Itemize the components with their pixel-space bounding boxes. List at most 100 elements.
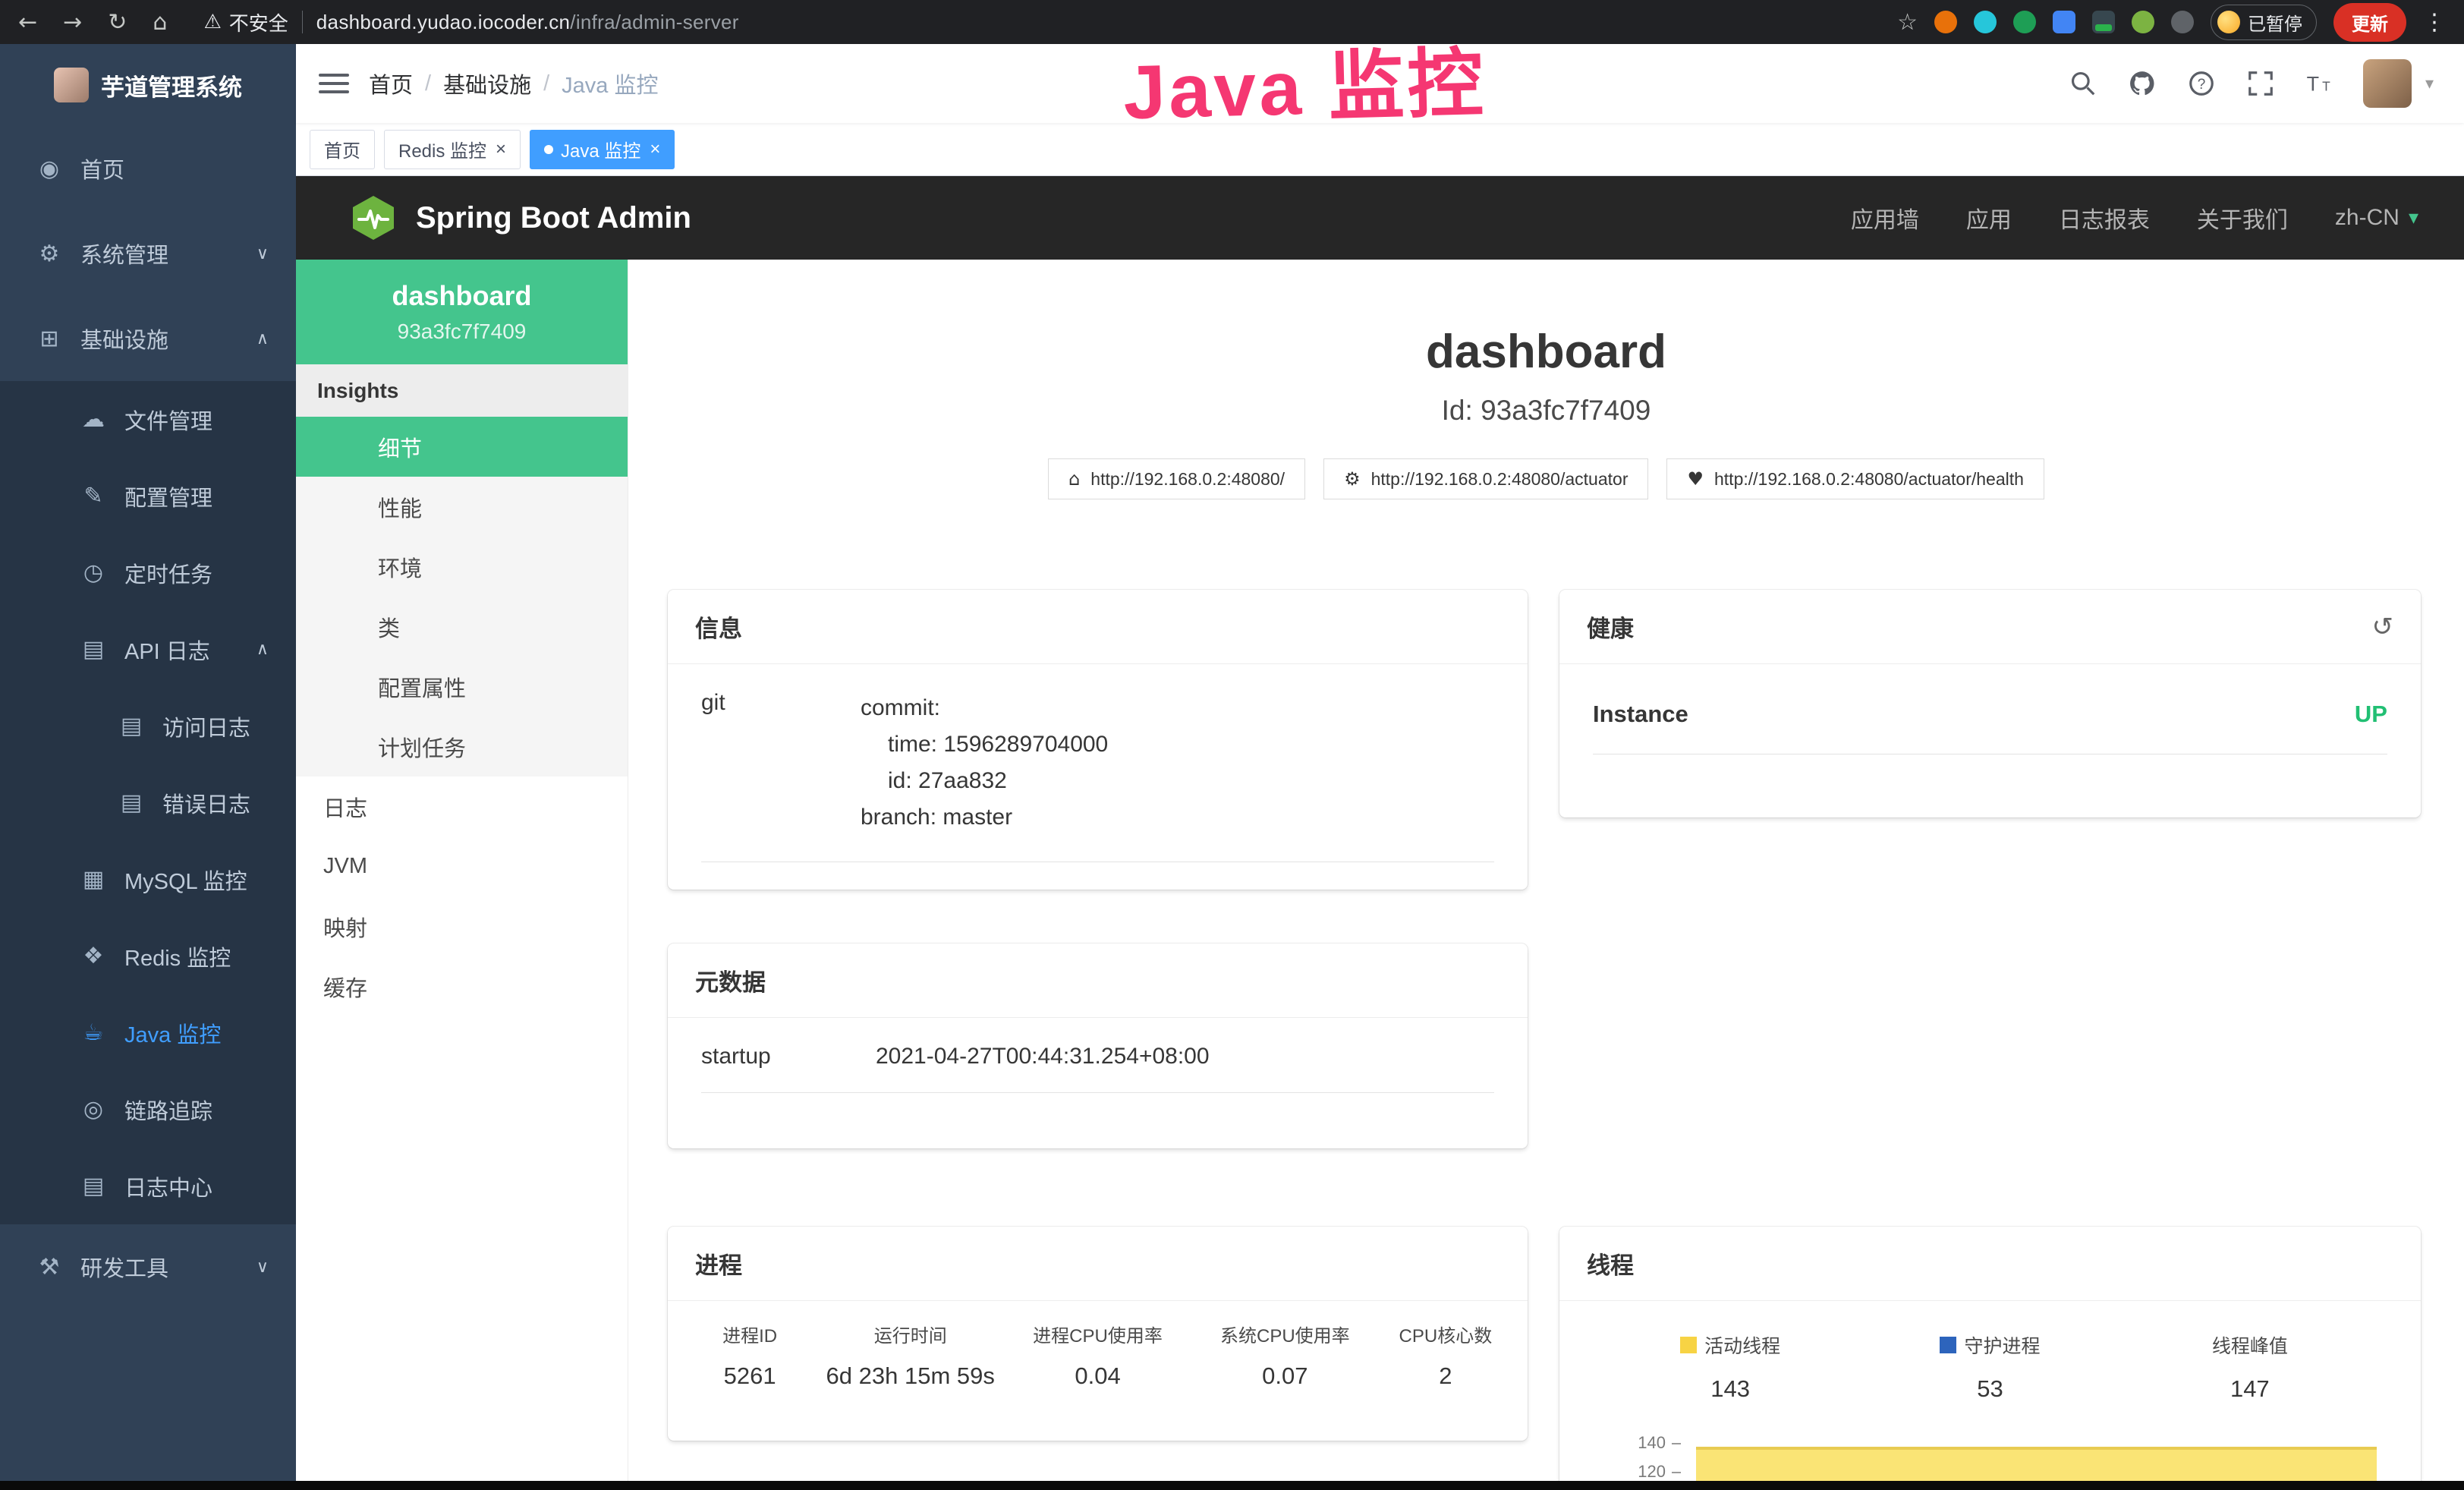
sidebar-item-redis-monitor[interactable]: ❖Redis 监控 xyxy=(0,918,296,994)
health-instance-label: Instance xyxy=(1593,701,1688,728)
sidebar-item-dev-tools[interactable]: ⚒研发工具∨ xyxy=(0,1224,296,1309)
wrench-icon: ⚙ xyxy=(1344,468,1361,490)
active-dot-icon xyxy=(544,145,553,154)
health-url-link[interactable]: ♥http://192.168.0.2:48080/actuator/healt… xyxy=(1666,458,2044,499)
breadcrumb: 首页 / 基础设施 / Java 监控 xyxy=(369,68,658,99)
health-card: 健康 ↺ Instance UP xyxy=(1559,590,2421,817)
history-icon[interactable]: ↺ xyxy=(2372,612,2394,642)
browser-forward-icon[interactable]: → xyxy=(63,9,82,36)
sba-nav-applications[interactable]: 应用 xyxy=(1966,201,2012,235)
threads-legend: 活动线程 143 守护进程 53 线程峰值 147 xyxy=(1593,1327,2387,1403)
threads-card-title: 线程 xyxy=(1559,1227,2421,1301)
tab-java-monitor[interactable]: Java 监控× xyxy=(530,130,675,169)
user-avatar[interactable] xyxy=(2363,59,2412,108)
service-url-link[interactable]: ⌂http://192.168.0.2:48080/ xyxy=(1048,458,1305,499)
font-size-icon[interactable]: TT xyxy=(2304,68,2336,99)
close-icon[interactable]: × xyxy=(496,139,506,160)
sba-side-details[interactable]: 细节 xyxy=(296,417,628,477)
sidebar-item-mysql-monitor[interactable]: ▦MySQL 监控 xyxy=(0,841,296,918)
sba-side-classes[interactable]: 类 xyxy=(296,597,628,657)
browser-toolbar-right: ☆ 已暂停 更新 ⋮ xyxy=(1897,3,2446,42)
app-logo[interactable]: 芋道管理系统 xyxy=(0,44,296,126)
security-label[interactable]: 不安全 xyxy=(229,8,288,36)
sba-nav-wallboard[interactable]: 应用墙 xyxy=(1851,201,1919,235)
browser-reload-icon[interactable]: ↻ xyxy=(108,9,127,36)
fullscreen-icon[interactable] xyxy=(2245,68,2277,99)
health-instance-row[interactable]: Instance UP xyxy=(1593,690,2387,754)
sba-side-jvm[interactable]: JVM xyxy=(296,836,628,896)
health-card-title: 健康 xyxy=(1587,610,1634,644)
sba-navbar: Spring Boot Admin 应用墙 应用 日志报表 关于我们 zh-CN… xyxy=(296,176,2464,260)
instance-name: dashboard xyxy=(392,280,531,312)
monitor-icon: ▦ xyxy=(76,866,111,893)
sba-nav-about[interactable]: 关于我们 xyxy=(2197,201,2288,235)
extension-icon[interactable] xyxy=(1974,11,1997,33)
sba-side-metrics[interactable]: 性能 xyxy=(296,477,628,537)
browser-home-icon[interactable]: ⌂ xyxy=(153,9,167,36)
sba-side-logs[interactable]: 日志 xyxy=(296,777,628,836)
app-sidebar: 芋道管理系统 ◉首页 ⚙系统管理∨ ⊞基础设施∧ ☁文件管理 ✎配置管理 ◷定时… xyxy=(0,44,296,1490)
sba-side-caches[interactable]: 缓存 xyxy=(296,956,628,1016)
actuator-url-link[interactable]: ⚙http://192.168.0.2:48080/actuator xyxy=(1323,458,1648,499)
sidebar-item-cron-jobs[interactable]: ◷定时任务 xyxy=(0,534,296,611)
help-icon[interactable]: ? xyxy=(2186,68,2217,99)
url-text[interactable]: dashboard.yudao.iocoder.cn/infra/admin-s… xyxy=(316,11,739,34)
process-card-title: 进程 xyxy=(668,1227,1528,1301)
browser-back-icon[interactable]: ← xyxy=(18,9,37,36)
legend-daemon-threads[interactable]: 守护进程 53 xyxy=(1860,1331,2119,1403)
sba-side-scheduled-tasks[interactable]: 计划任务 xyxy=(296,717,628,777)
document-icon: ▤ xyxy=(76,1173,111,1199)
sba-side-config-props[interactable]: 配置属性 xyxy=(296,657,628,717)
info-card: 信息 git commit: time: 1596289704000 id: 2… xyxy=(668,590,1528,890)
sidebar-item-file-mgmt[interactable]: ☁文件管理 xyxy=(0,381,296,458)
paused-profile-chip[interactable]: 已暂停 xyxy=(2211,5,2317,40)
browser-menu-icon[interactable]: ⋮ xyxy=(2423,9,2446,36)
extension-icon[interactable] xyxy=(1934,11,1957,33)
process-col-pid: 进程ID5261 xyxy=(683,1321,817,1390)
tab-home[interactable]: 首页 xyxy=(310,130,375,169)
caret-down-icon: ▾ xyxy=(2409,206,2418,229)
info-row-git: git commit: time: 1596289704000 id: 27aa… xyxy=(701,690,1494,862)
sidebar-item-system-mgmt[interactable]: ⚙系统管理∨ xyxy=(0,211,296,296)
threads-card: 线程 活动线程 143 守护进程 53 线程峰值 147 xyxy=(1559,1227,2421,1490)
sidebar-item-api-logs[interactable]: ▤API 日志∧ xyxy=(0,611,296,688)
breadcrumb-home[interactable]: 首页 xyxy=(369,68,413,99)
sidebar-item-error-logs[interactable]: ▤错误日志 xyxy=(0,764,296,841)
sidebar-item-access-logs[interactable]: ▤访问日志 xyxy=(0,688,296,764)
extension-icon[interactable] xyxy=(2013,11,2036,33)
locale-select[interactable]: zh-CN▾ xyxy=(2335,205,2418,231)
sidebar-item-trace[interactable]: ◎链路追踪 xyxy=(0,1071,296,1148)
github-icon[interactable] xyxy=(2126,68,2158,99)
instance-id: 93a3fc7f7409 xyxy=(398,320,527,344)
sidebar-item-config-mgmt[interactable]: ✎配置管理 xyxy=(0,458,296,534)
sidebar-item-java-monitor[interactable]: ☕Java 监控 xyxy=(0,994,296,1071)
breadcrumb-separator: / xyxy=(543,71,549,96)
search-icon[interactable] xyxy=(2067,68,2099,99)
extension-icon[interactable] xyxy=(2132,11,2154,33)
process-table: 进程ID5261 运行时间6d 23h 15m 59s 进程CPU使用率0.04… xyxy=(668,1301,1528,1416)
sba-side-environment[interactable]: 环境 xyxy=(296,537,628,597)
sidebar-item-home[interactable]: ◉首页 xyxy=(0,126,296,211)
bookmark-star-icon[interactable]: ☆ xyxy=(1897,9,1918,36)
sidebar-item-infrastructure[interactable]: ⊞基础设施∧ xyxy=(0,296,296,381)
address-bar[interactable]: ⚠ 不安全 dashboard.yudao.iocoder.cn/infra/a… xyxy=(203,8,1897,36)
sba-nav-journal[interactable]: 日志报表 xyxy=(2059,201,2150,235)
app-title: 芋道管理系统 xyxy=(101,68,242,102)
breadcrumb-infrastructure[interactable]: 基础设施 xyxy=(443,68,531,99)
chrome-update-button[interactable]: 更新 xyxy=(2333,3,2406,42)
instance-header[interactable]: dashboard 93a3fc7f7409 xyxy=(296,260,628,364)
sba-side-mappings[interactable]: 映射 xyxy=(296,896,628,956)
clock-icon: ◷ xyxy=(76,559,111,586)
legend-active-threads[interactable]: 活动线程 143 xyxy=(1600,1331,1860,1403)
chevron-up-icon: ∧ xyxy=(256,640,269,659)
spring-boot-admin-logo[interactable] xyxy=(349,194,398,242)
close-icon[interactable]: × xyxy=(650,139,660,160)
hamburger-icon[interactable] xyxy=(319,68,349,99)
extension-icon[interactable] xyxy=(2053,11,2075,33)
extension-icon[interactable] xyxy=(2092,11,2115,33)
tab-redis-monitor[interactable]: Redis 监控× xyxy=(384,130,521,169)
sidebar-item-log-center[interactable]: ▤日志中心 xyxy=(0,1148,296,1224)
url-path: /infra/admin-server xyxy=(570,11,738,33)
header-actions: ? TT ▾ xyxy=(2067,59,2464,108)
extension-icon[interactable] xyxy=(2171,11,2194,33)
